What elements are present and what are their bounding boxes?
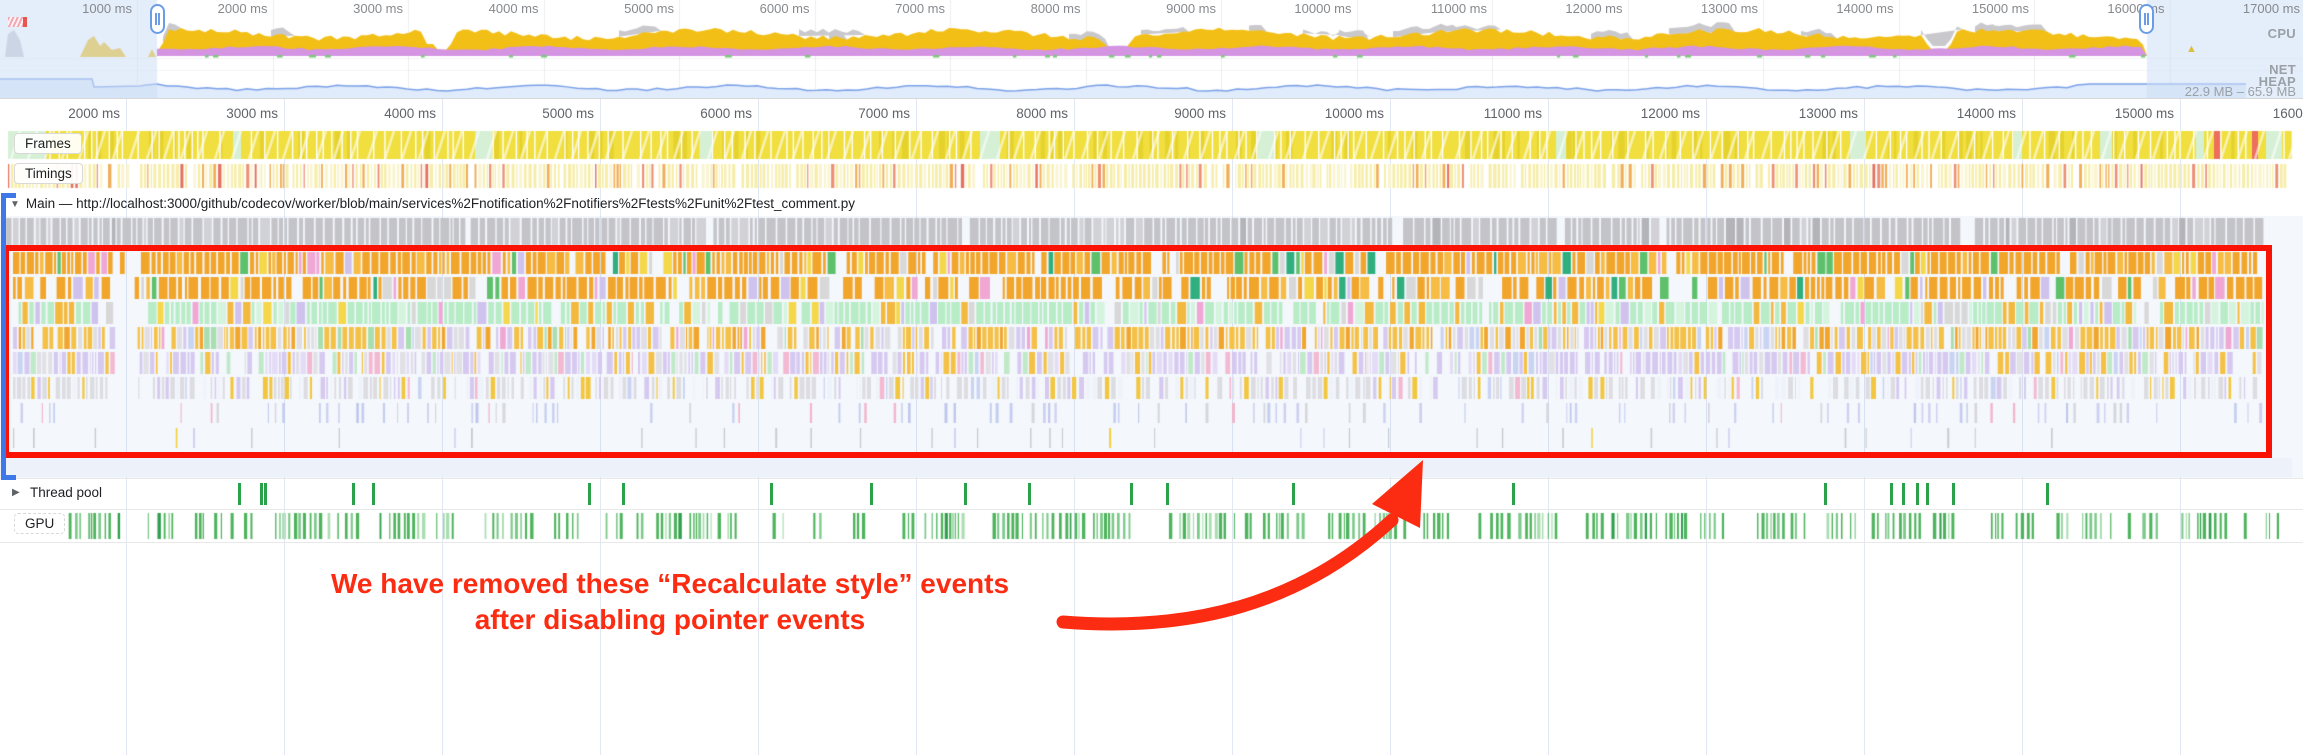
ruler-tick-label: 14000 ms [1956, 106, 2016, 121]
overview-chart-canvas[interactable] [0, 0, 2303, 98]
thread-pool-event-tick[interactable] [1028, 483, 1031, 505]
thread-pool-event-tick[interactable] [1890, 483, 1893, 505]
timings-track-label[interactable]: Timings [14, 163, 83, 184]
annotation-line-1: We have removed these “Recalculate style… [330, 568, 1010, 599]
thread-pool-event-tick[interactable] [1512, 483, 1515, 505]
thread-pool-event-tick[interactable] [1916, 483, 1919, 505]
timings-track[interactable]: Timings [0, 161, 2303, 191]
ruler-tick-label: 3000 ms [226, 106, 278, 121]
overview-tick-label: 14000 ms [1836, 1, 1894, 16]
ruler-tick-label: 5000 ms [542, 106, 594, 121]
thread-pool-event-tick[interactable] [238, 483, 241, 505]
ruler-tick-label: 12000 ms [1640, 106, 1700, 121]
ruler-tick-label: 16000 ms [2272, 106, 2303, 121]
thread-pool-event-tick[interactable] [2046, 483, 2049, 505]
thread-pool-event-tick[interactable] [260, 483, 263, 505]
ruler-tick-label: 4000 ms [384, 106, 436, 121]
overview-tick-label: 9000 ms [1166, 1, 1216, 16]
overview-tick-label: 7000 ms [895, 1, 945, 16]
frames-track-label[interactable]: Frames [14, 133, 82, 154]
overview-tick-label: 2000 ms [217, 1, 268, 16]
frames-track-canvas[interactable] [0, 130, 2303, 161]
annotation-line-2: after disabling pointer events [474, 604, 866, 635]
overview-tick-label: 5000 ms [624, 1, 674, 16]
overview-tick-label: 8000 ms [1030, 1, 1081, 16]
main-track-title: Main — http://localhost:3000/github/code… [25, 196, 856, 211]
overview-tick-label: 1000 ms [82, 1, 132, 16]
detail-ruler: 2000 ms 3000 ms 4000 ms 5000 ms 6000 ms 7000 … [0, 98, 2303, 130]
ruler-tick-label: 9000 ms [1174, 106, 1226, 121]
highlight-box [3, 245, 2272, 458]
timings-track-canvas[interactable] [0, 161, 2303, 191]
overview-tick-label: 11000 ms [1430, 1, 1487, 16]
overview-tick-label: 3000 ms [353, 1, 403, 16]
main-track-bracket [1, 193, 20, 480]
overview-tick-label: 4000 ms [488, 1, 539, 16]
thread-pool-event-tick[interactable] [1902, 483, 1905, 505]
thread-pool-event-tick[interactable] [622, 483, 625, 505]
ruler-tick-label: 15000 ms [2114, 106, 2174, 121]
ruler-tick-label: 6000 ms [700, 106, 752, 121]
ruler-tick-label: 11000 ms [1483, 106, 1542, 121]
cpu-lane-label: CPU [2267, 26, 2296, 41]
thread-pool-event-tick[interactable] [588, 483, 591, 505]
thread-pool-event-tick[interactable] [770, 483, 773, 505]
ruler-tick-label: 8000 ms [1016, 106, 1068, 121]
overview-tick-label: 12000 ms [1565, 1, 1623, 16]
thread-pool-event-tick[interactable] [352, 483, 355, 505]
thread-pool-event-tick[interactable] [372, 483, 375, 505]
warning-icon: ▲ [2186, 43, 2197, 55]
thread-pool-event-tick[interactable] [1824, 483, 1827, 505]
network-request-stripe-red [23, 17, 27, 27]
annotation-arrow [1056, 460, 1423, 631]
ruler-tick-label: 10000 ms [1324, 106, 1384, 121]
thread-pool-label[interactable]: Thread pool [30, 485, 102, 500]
ruler-tick-label: 7000 ms [858, 106, 910, 121]
thread-pool-event-tick[interactable] [264, 483, 267, 505]
thread-pool-event-tick[interactable] [964, 483, 967, 505]
timeline-overview[interactable]: 1000 ms 2000 ms 3000 ms 4000 ms 5000 ms 6000 … [0, 0, 2303, 99]
selection-handle-right[interactable] [2139, 4, 2154, 34]
gpu-track-label[interactable]: GPU [14, 513, 66, 534]
network-request-stripe [8, 17, 23, 27]
thread-pool-event-tick[interactable] [1952, 483, 1955, 505]
thread-pool-event-tick[interactable] [870, 483, 873, 505]
overview-tick-label: 13000 ms [1700, 1, 1758, 16]
performance-panel: 1000 ms 2000 ms 3000 ms 4000 ms 5000 ms 6000 … [0, 0, 2303, 755]
frames-track[interactable]: Frames [0, 130, 2303, 161]
overview-tick-label: 16000 ms [2107, 1, 2165, 16]
overview-tick-label: 15000 ms [1971, 1, 2029, 16]
thread-pool-event-tick[interactable] [1926, 483, 1929, 505]
ruler-tick-label: 2000 ms [68, 106, 120, 121]
expand-triangle-icon[interactable]: ▶ [12, 487, 20, 498]
overview-tick-label: 6000 ms [759, 1, 810, 16]
overview-tick-label: 17000 ms [2242, 1, 2300, 16]
selection-handle-left[interactable] [150, 4, 165, 34]
main-track-header[interactable]: ▼ Main — http://localhost:3000/github/cod… [0, 191, 2303, 216]
annotation-text: We have removed these “Recalculate style… [200, 566, 1140, 638]
heap-range-value: 22.9 MB – 65.9 MB [2184, 84, 2296, 99]
overview-tick-label: 10000 ms [1294, 1, 1352, 16]
ruler-tick-label: 13000 ms [1798, 106, 1858, 121]
